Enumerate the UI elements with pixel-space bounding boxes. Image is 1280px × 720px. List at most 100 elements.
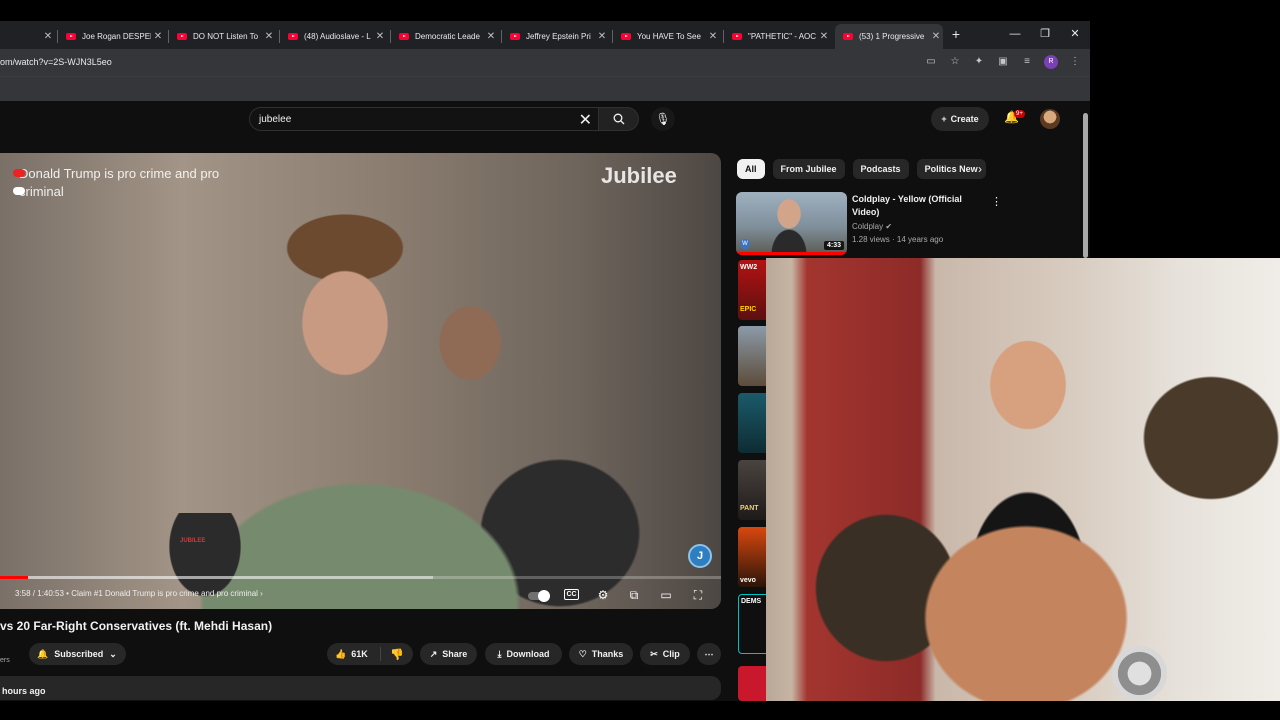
verified-check-icon: ✔ [885,222,893,231]
chip-from-jubilee[interactable]: From Jubilee [772,159,845,179]
more-horizontal-icon: ⋯ [704,648,714,659]
thanks-button[interactable]: ♡ Thanks [569,643,633,665]
address-bar: om/watch?v=2S-WJN3L5eo ▭ ☆ ✦ ▣ ≡ R ⋮ [0,49,1090,76]
progress-played [0,576,29,579]
search-button[interactable] [599,107,639,131]
search-query: jubelee [259,114,292,125]
side-thumbnail[interactable]: WW2 EPIC [738,260,767,320]
like-button[interactable]: 👍 61K [327,647,381,661]
video-player[interactable]: Donald Trump is pro crime and pro crimin… [0,153,721,609]
subtitles-cc-icon[interactable]: CC [564,589,579,600]
jubilee-watermark: Jubilee [601,163,677,188]
browser-tab[interactable]: Joe Rogan DESPER ✕ [58,24,165,49]
close-window-icon[interactable]: ✕ [1065,26,1085,42]
top-black-bar [0,0,1090,21]
browser-menu-icon[interactable]: ⋮ [1068,55,1082,69]
browser-tab-active[interactable]: (53) 1 Progressive ✕ [835,24,943,49]
label-logo-icon: W [740,239,750,249]
bottom-black-bar [0,701,1280,720]
minimize-window-icon[interactable]: — [1005,26,1025,42]
close-tab-icon[interactable]: ✕ [484,31,498,42]
recommended-channel[interactable]: Coldplay ✔ [852,222,892,231]
clip-button[interactable]: ✂ Clip [640,643,690,665]
scissors-icon: ✂ [650,648,658,659]
reading-list-icon[interactable]: ≡ [1020,55,1034,69]
side-thumbnail[interactable]: PANT [738,460,767,520]
close-tab-icon[interactable]: ✕ [41,31,55,42]
browser-tab[interactable]: Democratic Leade ✕ [391,24,498,49]
download-button[interactable]: ⤓ Download [485,643,562,665]
tab-search-icon[interactable]: ▣ [996,55,1010,69]
autoplay-toggle[interactable] [528,590,550,602]
more-actions-button[interactable]: ⋯ [697,643,721,665]
close-tab-icon[interactable]: ✕ [929,31,943,42]
browser-tab[interactable]: "PATHETIC" - AOC ✕ [724,24,831,49]
screen: ✕ Joe Rogan DESPER ✕ DO NOT Listen To ✕ … [0,0,1280,720]
close-tab-icon[interactable]: ✕ [373,31,387,42]
browser-tab[interactable]: DO NOT Listen To ✕ [169,24,276,49]
drink-can-image [1112,646,1167,701]
browser-tab-strip: ✕ Joe Rogan DESPER ✕ DO NOT Listen To ✕ … [0,21,1090,49]
miniplayer-icon[interactable]: ⧉ [625,586,643,604]
chips-next-chevron-icon[interactable]: › [978,162,982,176]
video-title: vs 20 Far-Right Conservatives (ft. Mehdi… [0,619,273,633]
subscribed-button[interactable]: 🔔 Subscribed ⌄ [29,643,126,665]
thumbnail-person [771,198,807,255]
recommended-video-title[interactable]: Coldplay - Yellow (Official Video) [852,193,976,219]
side-thumbnail[interactable] [738,393,767,453]
scrollbar-thumb[interactable] [1083,113,1088,258]
time-and-chapter[interactable]: 3:58 / 1:40:53 • Claim #1 Donald Trump i… [15,589,263,598]
notification-count-badge: 9+ [1014,110,1025,118]
user-avatar[interactable] [1040,109,1060,129]
profile-avatar-icon[interactable]: R [1044,55,1058,69]
youtube-favicon-icon [621,33,631,40]
restore-window-icon[interactable]: ❐ [1035,26,1055,42]
browser-tab[interactable]: (48) Audioslave - L ✕ [280,24,387,49]
recommended-video[interactable]: W 4:33 Coldplay - Yellow (Official Video… [736,192,1076,256]
fullscreen-icon[interactable]: ⛶ [689,586,707,604]
side-thumbnail[interactable] [738,326,767,386]
overlay-dot-red [13,169,25,177]
bell-icon: 🔔 [37,648,49,659]
side-thumbnail[interactable]: vevo [738,527,767,587]
claim-overlay-text: Donald Trump is pro crime and pro crimin… [13,165,229,201]
microphone-label: JUBILEE [180,538,206,544]
toolbar-icons: ▭ ☆ ✦ ▣ ≡ R ⋮ [924,55,1082,69]
url-text[interactable]: om/watch?v=2S-WJN3L5eo [0,57,112,67]
search-input[interactable]: jubelee ✕ [249,107,599,131]
clear-search-icon[interactable]: ✕ [579,110,592,130]
download-icon: ⤓ [497,648,502,659]
close-tab-icon[interactable]: ✕ [262,31,276,42]
chip-all[interactable]: All [737,159,765,179]
settings-gear-icon[interactable]: ⚙ [594,586,612,604]
channel-branding-icon[interactable]: J [688,544,712,568]
close-tab-icon[interactable]: ✕ [817,31,831,42]
progress-bar[interactable] [0,576,721,579]
dislike-button[interactable]: 👎 [381,648,404,661]
close-tab-icon[interactable]: ✕ [706,31,720,42]
browser-tab[interactable]: ✕ [0,24,55,49]
theater-mode-icon[interactable]: ▭ [657,586,675,604]
share-button[interactable]: ↗ Share [420,643,477,665]
side-thumbnail[interactable] [738,666,767,701]
youtube-favicon-icon [66,33,76,40]
chip-politics-news[interactable]: Politics New [916,159,986,179]
new-tab-plus-icon[interactable]: + [948,26,964,42]
subscriber-count-fragment: ers [0,657,10,664]
close-tab-icon[interactable]: ✕ [595,31,609,42]
more-vertical-icon[interactable]: ⋮ [991,195,1002,208]
browser-tab[interactable]: Jeffrey Epstein Pri ✕ [502,24,609,49]
create-button[interactable]: + Create [931,107,989,131]
side-thumbnail[interactable]: DEMS [738,594,767,654]
cast-icon[interactable]: ▭ [924,55,938,69]
chip-podcasts[interactable]: Podcasts [852,159,909,179]
description-box[interactable]: hours ago [0,676,721,700]
close-tab-icon[interactable]: ✕ [151,31,165,42]
voice-search-mic-icon[interactable]: 🎙 [651,107,675,131]
video-thumbnail[interactable]: W 4:33 [736,192,847,255]
youtube-masthead: jubelee ✕ 🎙 + Create 🔔 9+ [0,101,1090,137]
chapter-chevron-icon: › [260,589,263,598]
bookmark-star-icon[interactable]: ☆ [948,55,962,69]
browser-tab[interactable]: You HAVE To See ✕ [613,24,720,49]
extensions-puzzle-icon[interactable]: ✦ [972,55,986,69]
